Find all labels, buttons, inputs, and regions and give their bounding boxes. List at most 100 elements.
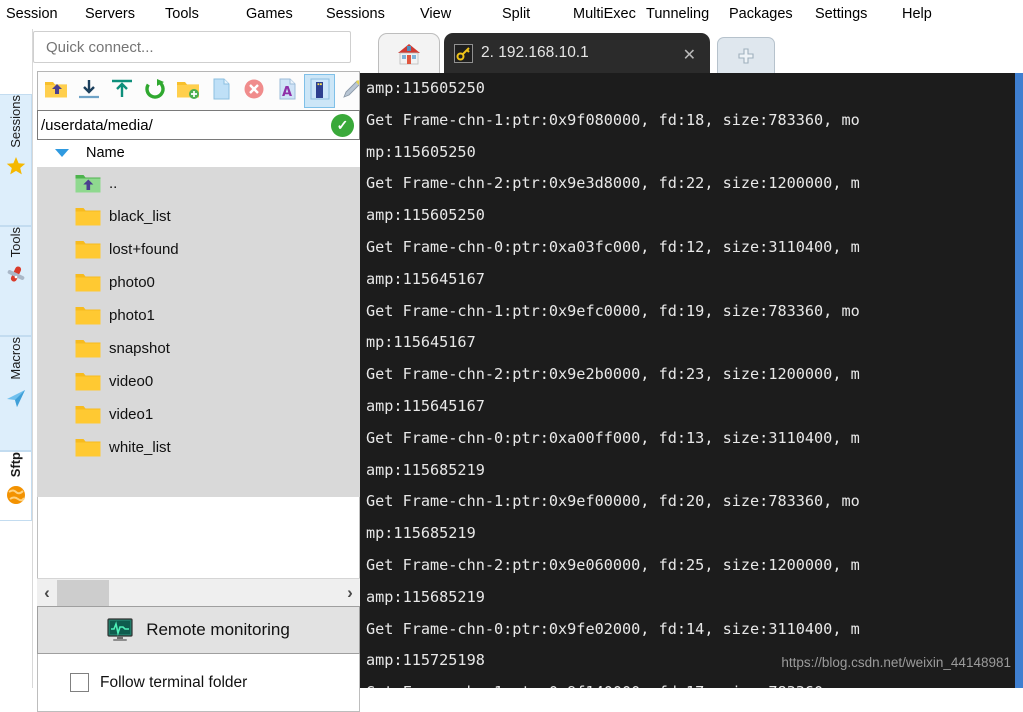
pencil-icon	[341, 78, 359, 105]
menu-item-session[interactable]: Session	[6, 6, 58, 22]
caret-down-icon[interactable]	[55, 149, 69, 157]
quick-connect-input[interactable]	[33, 31, 351, 63]
key-icon	[454, 43, 473, 63]
binary-mode-button[interactable]	[304, 74, 335, 108]
menu-bar: Session Servers Tools Games Sessions View Spli…	[0, 0, 1023, 29]
folder-icon	[75, 338, 101, 359]
file-list-item[interactable]: snapshot	[37, 332, 360, 365]
rail-tab-macros[interactable]: Macros	[0, 336, 32, 451]
delete-button[interactable]	[238, 74, 269, 108]
scroll-left-icon[interactable]: ‹	[37, 580, 57, 606]
rail-tab-sessions[interactable]: Sessions	[0, 94, 32, 226]
binary-file-icon	[308, 78, 332, 105]
file-name-label: snapshot	[109, 340, 170, 357]
refresh-icon	[143, 78, 167, 105]
home-icon	[398, 43, 420, 64]
rail-tab-label: Sessions	[8, 95, 23, 148]
terminal-line: Get Frame-chn-1:ptr:0x9efc0000, fd:19, s…	[366, 301, 860, 320]
close-icon[interactable]: ✕	[683, 45, 696, 65]
home-tab[interactable]	[378, 33, 440, 73]
edit-button[interactable]	[337, 74, 359, 108]
scrollbar-track[interactable]	[109, 580, 340, 606]
remote-monitoring-button[interactable]: Remote monitoring	[37, 606, 360, 654]
folder-icon	[75, 272, 101, 293]
folder-icon	[75, 305, 101, 326]
follow-terminal-folder-row[interactable]: Follow terminal folder	[37, 654, 360, 712]
refresh-button[interactable]	[139, 74, 170, 108]
terminal-line: mp:115645167	[366, 333, 476, 352]
monitor-icon	[107, 618, 133, 641]
terminal-output[interactable]: amp:115605250 Get Frame-chn-1:ptr:0x9f080…	[360, 73, 1015, 688]
terminal-scrollbar[interactable]	[1015, 73, 1023, 688]
file-list-item[interactable]: photo0	[37, 266, 360, 299]
sftp-browser-panel: A ✓ Name .. black_list lost+found photo0 pho…	[33, 29, 360, 712]
file-list-item[interactable]: black_list	[37, 200, 360, 233]
menu-item-multiexec[interactable]: MultiExec	[573, 6, 636, 22]
terminal-line: Get Frame-chn-0:ptr:0xa00ff000, fd:13, s…	[366, 428, 860, 447]
file-list-item[interactable]: video0	[37, 365, 360, 398]
terminal-line: Get Frame-chn-0:ptr:0x9fe02000, fd:14, s…	[366, 619, 860, 638]
file-list-item[interactable]: photo1	[37, 299, 360, 332]
file-name-label: white_list	[109, 439, 171, 456]
file-name-label: video0	[109, 373, 154, 390]
file-list: .. black_list lost+found photo0 photo1 snapsh…	[37, 167, 360, 497]
rail-tab-tools[interactable]: Tools	[0, 226, 32, 336]
session-tab-label: 2. 192.168.10.1	[481, 44, 589, 61]
menu-item-settings[interactable]: Settings	[815, 6, 867, 22]
rail-tab-label: Sftp	[8, 452, 23, 478]
terminal-line: Get Frame-chn-0:ptr:0xa03fc000, fd:12, s…	[366, 237, 860, 256]
remote-path-bar: ✓	[37, 110, 360, 140]
text-mode-button[interactable]: A	[271, 74, 302, 108]
terminal-line: Get Frame-chn-2:ptr:0x9e060000, fd:25, s…	[366, 555, 860, 574]
left-sidebar-rail: « SessionsToolsMacrosSftp	[0, 29, 33, 688]
file-name-label: black_list	[109, 208, 171, 225]
parent-folder-button[interactable]	[40, 74, 71, 108]
menu-item-packages[interactable]: Packages	[729, 6, 793, 22]
terminal-tab-bar: 2. 192.168.10.1 ✕	[360, 29, 1023, 73]
follow-terminal-folder-checkbox[interactable]	[70, 673, 89, 692]
download-button[interactable]	[73, 74, 104, 108]
folder-icon	[75, 437, 101, 458]
download-icon	[77, 78, 101, 105]
terminal-line: Get Frame-chn-2:ptr:0x9e3d8000, fd:22, s…	[366, 174, 860, 193]
terminal-region: 2. 192.168.10.1 ✕ amp:115605250 Get Frame…	[360, 29, 1023, 688]
terminal-line: amp:115725198	[366, 651, 485, 670]
rail-tab-sftp[interactable]: Sftp	[0, 451, 32, 521]
follow-terminal-folder-label: Follow terminal folder	[100, 673, 248, 691]
file-list-header[interactable]: Name	[37, 140, 360, 167]
scroll-right-icon[interactable]: ›	[340, 580, 360, 606]
menu-item-split[interactable]: Split	[502, 6, 530, 22]
menu-item-view[interactable]: View	[420, 6, 451, 22]
file-list-item[interactable]: white_list	[37, 431, 360, 464]
menu-item-help[interactable]: Help	[902, 6, 932, 22]
new-tab-button[interactable]	[717, 37, 775, 73]
file-list-item[interactable]: lost+found	[37, 233, 360, 266]
file-list-item[interactable]: ..	[37, 167, 360, 200]
menu-item-tunneling[interactable]: Tunneling	[646, 6, 709, 22]
file-name-label: photo1	[109, 307, 155, 324]
new-file-icon	[209, 78, 233, 105]
menu-item-sessions[interactable]: Sessions	[326, 6, 385, 22]
session-tab[interactable]: 2. 192.168.10.1 ✕	[444, 33, 710, 73]
rail-tab-label: Tools	[8, 227, 23, 258]
menu-item-servers[interactable]: Servers	[85, 6, 135, 22]
remote-path-input[interactable]	[38, 116, 331, 134]
upload-button[interactable]	[106, 74, 137, 108]
macros-icon	[5, 387, 27, 409]
file-list-empty-area	[37, 497, 360, 580]
terminal-line: amp:115685219	[366, 587, 485, 606]
folder-icon	[75, 239, 101, 260]
folder-up-icon	[75, 173, 101, 194]
new-folder-button[interactable]	[172, 74, 203, 108]
terminal-line: mp:115685219	[366, 524, 476, 543]
new-file-button[interactable]	[205, 74, 236, 108]
menu-item-tools[interactable]: Tools	[165, 6, 199, 22]
terminal-line: amp:115645167	[366, 269, 485, 288]
check-circle-icon[interactable]: ✓	[331, 113, 354, 137]
scrollbar-thumb[interactable]	[57, 579, 109, 606]
file-list-horizontal-scrollbar[interactable]: ‹ ›	[37, 578, 360, 606]
file-list-item[interactable]: video1	[37, 398, 360, 431]
file-name-label: photo0	[109, 274, 155, 291]
terminal-line: amp:115605250	[366, 206, 485, 225]
menu-item-games[interactable]: Games	[246, 6, 293, 22]
